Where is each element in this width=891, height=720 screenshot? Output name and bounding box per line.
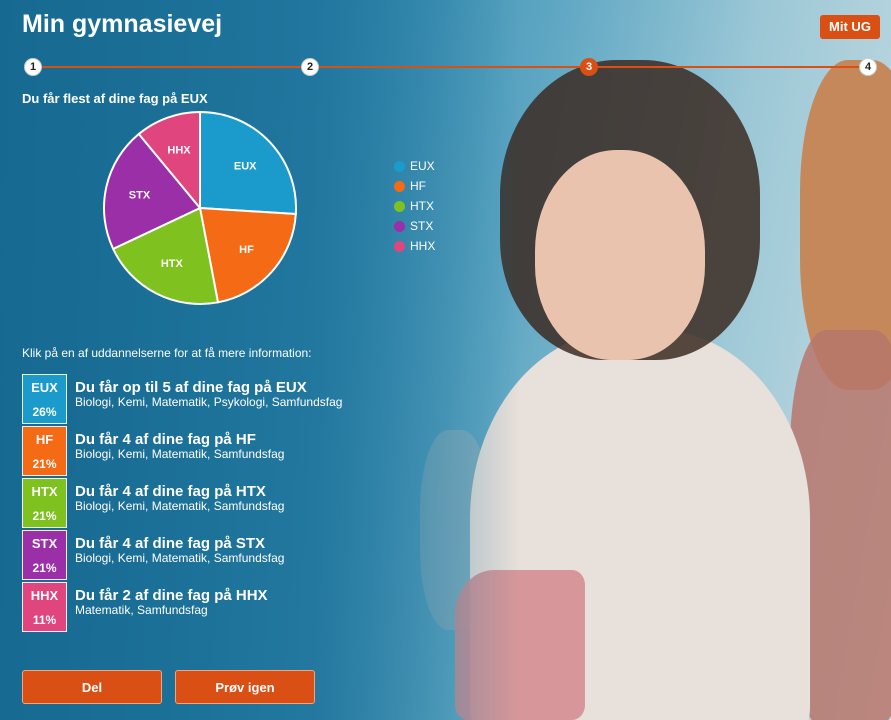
step-4[interactable]: 4 — [859, 58, 877, 76]
education-code: HTX — [31, 484, 58, 499]
step-1[interactable]: 1 — [24, 58, 42, 76]
pie-chart: EUX HF HTX STX HHX — [103, 110, 297, 305]
legend-item-eux: EUX — [394, 156, 435, 176]
legend-label: HHX — [410, 239, 436, 253]
legend-dot — [394, 160, 405, 172]
pie-label-eux: EUX — [234, 161, 257, 173]
education-badge: STX 21% — [22, 530, 67, 580]
legend-item-htx: HTX — [394, 196, 435, 216]
pie-label-hhx: HHX — [167, 145, 191, 157]
education-percent: 26% — [32, 405, 57, 419]
pie-label-hf: HF — [239, 244, 254, 256]
education-subjects: Biologi, Kemi, Matematik, Samfundsfag — [75, 551, 285, 565]
retry-button[interactable]: Prøv igen — [175, 670, 315, 704]
chart-legend: EUX HF HTX STX HHX — [394, 156, 435, 256]
education-subjects: Biologi, Kemi, Matematik, Samfundsfag — [75, 447, 285, 461]
chart-title: Du får flest af dine fag på EUX — [22, 91, 208, 106]
education-heading: Du får 2 af dine fag på HHX — [75, 587, 268, 604]
legend-item-hf: HF — [394, 176, 435, 196]
education-subjects: Biologi, Kemi, Matematik, Psykologi, Sam… — [75, 395, 343, 409]
legend-dot — [394, 220, 405, 232]
education-badge: HF 21% — [22, 426, 67, 476]
education-code: EUX — [31, 380, 58, 395]
education-percent: 11% — [32, 613, 57, 627]
instruction-text: Klik på en af uddannelserne for at få me… — [22, 346, 312, 360]
education-code: HHX — [30, 588, 59, 603]
education-code: STX — [31, 536, 58, 551]
education-heading: Du får 4 af dine fag på HTX — [75, 483, 266, 500]
legend-item-hhx: HHX — [394, 236, 435, 256]
pie-label-stx: STX — [129, 189, 151, 201]
education-item-htx[interactable]: HTX 21% Du får 4 af dine fag på HTX Biol… — [22, 478, 342, 530]
education-list: EUX 26% Du får op til 5 af dine fag på E… — [22, 374, 342, 634]
background-student-face — [535, 150, 705, 360]
legend-label: STX — [410, 219, 434, 233]
education-heading: Du får op til 5 af dine fag på EUX — [75, 379, 307, 396]
education-percent: 21% — [32, 457, 57, 471]
education-badge: HTX 21% — [22, 478, 67, 528]
step-3[interactable]: 3 — [580, 58, 598, 76]
pie-label-htx: HTX — [161, 258, 184, 270]
page-title: Min gymnasievej — [22, 10, 223, 38]
legend-label: EUX — [410, 159, 435, 173]
legend-item-stx: STX — [394, 216, 435, 236]
share-button[interactable]: Del — [22, 670, 162, 704]
legend-dot — [394, 240, 405, 252]
education-badge: EUX 26% — [22, 374, 67, 424]
education-item-eux[interactable]: EUX 26% Du får op til 5 af dine fag på E… — [22, 374, 342, 426]
education-subjects: Biologi, Kemi, Matematik, Samfundsfag — [75, 499, 285, 513]
education-percent: 21% — [32, 509, 57, 523]
legend-label: HTX — [410, 199, 434, 213]
education-item-hf[interactable]: HF 21% Du får 4 af dine fag på HF Biolog… — [22, 426, 342, 478]
mit-ug-button[interactable]: Mit UG — [820, 15, 880, 39]
education-heading: Du får 4 af dine fag på STX — [75, 535, 266, 552]
legend-dot — [394, 200, 405, 212]
education-code: HF — [35, 432, 54, 447]
step-2[interactable]: 2 — [301, 58, 319, 76]
education-percent: 21% — [32, 561, 57, 575]
education-heading: Du får 4 af dine fag på HF — [75, 431, 256, 448]
legend-label: HF — [410, 179, 426, 193]
progress-line — [32, 66, 868, 68]
education-item-stx[interactable]: STX 21% Du får 4 af dine fag på STX Biol… — [22, 530, 342, 582]
education-badge: HHX 11% — [22, 582, 67, 632]
legend-dot — [394, 180, 405, 192]
education-item-hhx[interactable]: HHX 11% Du får 2 af dine fag på HHX Mate… — [22, 582, 342, 634]
education-subjects: Matematik, Samfundsfag — [75, 603, 208, 617]
